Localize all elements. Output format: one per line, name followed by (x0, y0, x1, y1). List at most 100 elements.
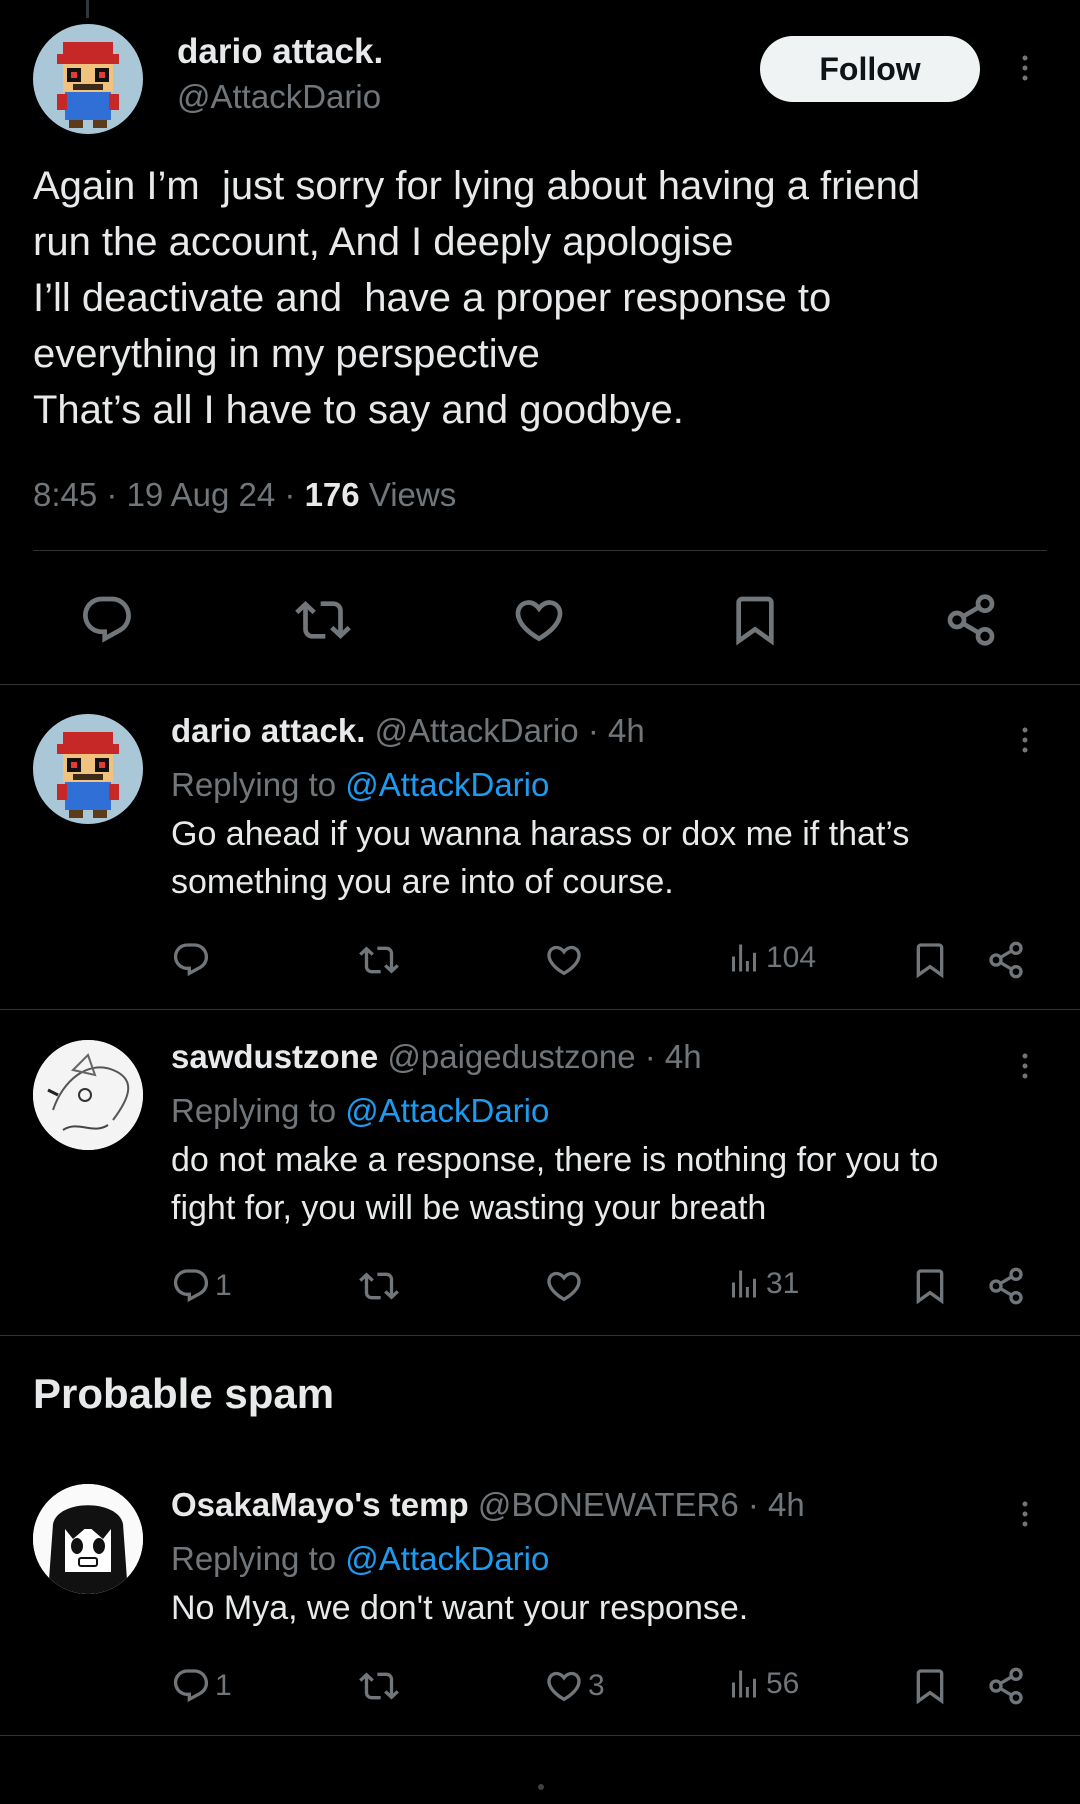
reply-tweet[interactable]: dario attack. @AttackDario · 4h Replying… (0, 684, 1080, 1010)
author-handle[interactable]: @AttackDario (375, 712, 579, 749)
tweet-time[interactable]: 8:45 (33, 476, 97, 513)
bookmark-button[interactable] (910, 1266, 950, 1306)
more-icon[interactable] (1010, 718, 1040, 762)
views-icon (726, 940, 762, 976)
replying-prefix: Replying to (171, 766, 337, 803)
replying-to: Replying to @AttackDario (171, 1092, 549, 1130)
views-button[interactable]: 31 (726, 1266, 799, 1302)
author-handle[interactable]: @BONEWATER6 (478, 1486, 739, 1523)
reply-header: OsakaMayo's temp @BONEWATER6 · 4h (171, 1486, 805, 1524)
tweet-text-line: Again I’m just sorry for lying about hav… (33, 164, 921, 208)
reply-actions: 1 31 (0, 1264, 1080, 1308)
reply-actions: 104 (0, 938, 1080, 982)
heart-icon (544, 1666, 584, 1706)
tweet-meta: 8:45 · 19 Aug 24 · 176 Views (33, 476, 457, 513)
tweet-text-line: run the account, And I deeply apologise (33, 220, 734, 264)
bookmark-button[interactable] (910, 940, 950, 980)
heart-icon[interactable] (511, 592, 567, 648)
views-count: 104 (766, 941, 817, 974)
reply-age: · 4h (747, 1486, 805, 1523)
tweet-text: Again I’m just sorry for lying about hav… (33, 158, 1053, 438)
author-name[interactable]: dario attack. (171, 712, 365, 749)
views-button[interactable]: 104 (726, 940, 816, 976)
reply-text: do not make a response, there is nothing… (171, 1136, 1051, 1232)
retweet-button[interactable] (359, 1266, 399, 1306)
replying-to: Replying to @AttackDario (171, 766, 549, 804)
reply-tweet[interactable]: sawdustzone @paigedustzone · 4h Replying… (0, 1010, 1080, 1336)
follow-button[interactable]: Follow (760, 36, 980, 102)
bookmark-icon (910, 1266, 950, 1306)
replying-to-link[interactable]: @AttackDario (345, 1092, 549, 1129)
views-count: 176 (304, 476, 360, 513)
reply-text-line: do not make a response, there is nothing… (171, 1141, 939, 1179)
views-label: Views (368, 476, 457, 513)
reply-text-line: something you are into of course. (171, 863, 674, 901)
reply-tweet[interactable]: OsakaMayo's temp @BONEWATER6 · 4h Replyi… (0, 1458, 1080, 1736)
replying-to-link[interactable]: @AttackDario (345, 766, 549, 803)
retweet-button[interactable] (359, 940, 399, 980)
divider (0, 1735, 1080, 1736)
author-name[interactable]: sawdustzone (171, 1038, 378, 1075)
more-icon[interactable] (1010, 1044, 1040, 1088)
reply-text: Go ahead if you wanna harass or dox me i… (171, 810, 1051, 906)
reply-count: 1 (215, 1669, 232, 1702)
divider (0, 1335, 1080, 1336)
section-title: Probable spam (33, 1370, 335, 1417)
reply-actions: 1 3 56 (0, 1664, 1080, 1708)
like-button[interactable] (544, 1266, 588, 1306)
tweet-text-line: That’s all I have to say and goodbye. (33, 388, 684, 432)
author-handle[interactable]: @AttackDario (177, 78, 381, 116)
reply-button[interactable]: 1 (171, 1666, 232, 1706)
views-count: 31 (766, 1267, 800, 1300)
retweet-icon (359, 1666, 399, 1706)
divider (33, 550, 1047, 551)
share-button[interactable] (986, 1666, 1026, 1706)
replying-prefix: Replying to (171, 1092, 337, 1129)
views-count: 56 (766, 1667, 800, 1700)
reply-header: sawdustzone @paigedustzone · 4h (171, 1038, 702, 1076)
share-button[interactable] (986, 940, 1026, 980)
views-icon (726, 1266, 762, 1302)
reply-button[interactable]: 1 (171, 1266, 232, 1306)
replying-prefix: Replying to (171, 1540, 337, 1577)
retweet-icon (359, 1266, 399, 1306)
author-name[interactable]: dario attack. (177, 32, 383, 72)
reply-button[interactable] (171, 940, 215, 980)
avatar[interactable] (33, 24, 143, 134)
like-button[interactable] (544, 940, 588, 980)
reply-icon (171, 1666, 211, 1706)
replying-to-link[interactable]: @AttackDario (345, 1540, 549, 1577)
tweet-date[interactable]: 19 Aug 24 (127, 476, 276, 513)
share-icon[interactable] (943, 592, 999, 648)
bookmark-icon (910, 940, 950, 980)
share-icon (986, 1666, 1026, 1706)
avatar[interactable] (33, 1484, 143, 1594)
share-icon (986, 940, 1026, 980)
reply-text-line: fight for, you will be wasting your brea… (171, 1189, 767, 1227)
reply-icon (171, 940, 211, 980)
like-button[interactable]: 3 (544, 1666, 605, 1706)
reply-icon (171, 1266, 211, 1306)
retweet-button[interactable] (359, 1666, 399, 1706)
reply-icon[interactable] (79, 592, 135, 648)
more-icon[interactable] (1010, 46, 1040, 90)
author-handle[interactable]: @paigedustzone (387, 1038, 635, 1075)
reply-text-line: Go ahead if you wanna harass or dox me i… (171, 815, 910, 853)
like-count: 3 (588, 1669, 605, 1702)
share-icon (986, 1266, 1026, 1306)
avatar[interactable] (33, 1040, 143, 1150)
bookmark-icon[interactable] (727, 592, 783, 648)
reply-age: · 4h (587, 712, 645, 749)
views-button[interactable]: 56 (726, 1666, 799, 1702)
reply-text-line: No Mya, we don't want your response. (171, 1589, 749, 1627)
share-button[interactable] (986, 1266, 1026, 1306)
more-icon[interactable] (1010, 1492, 1040, 1536)
bookmark-button[interactable] (910, 1666, 950, 1706)
reply-age: · 4h (644, 1038, 702, 1075)
retweet-icon[interactable] (295, 592, 351, 648)
reply-count: 1 (215, 1269, 232, 1302)
reply-text: No Mya, we don't want your response. (171, 1584, 1051, 1632)
replying-to: Replying to @AttackDario (171, 1540, 549, 1578)
avatar[interactable] (33, 714, 143, 824)
author-name[interactable]: OsakaMayo's temp (171, 1486, 469, 1523)
